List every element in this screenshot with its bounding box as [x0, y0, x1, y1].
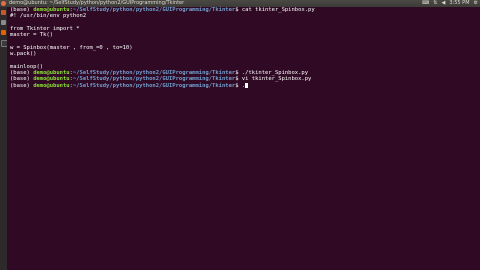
command-text: vi tkinter_Spinbox.py [241, 76, 312, 83]
prompt-symbol: $ [235, 69, 242, 76]
dash-icon[interactable] [1, 10, 6, 15]
prompt-symbol: $ [235, 7, 242, 13]
files-icon[interactable] [1, 20, 6, 25]
prompt-user: demo@ubuntu [33, 7, 70, 13]
prompt-env: (base) [10, 76, 34, 83]
keyboard-icon[interactable]: ⌨ [422, 0, 429, 7]
gear-icon[interactable]: ⚙ [474, 0, 478, 7]
prompt-user: demo@ubuntu [33, 82, 70, 89]
top-panel: demo@ubuntu: ~/SelfStudy/python/python2/… [0, 0, 480, 7]
output-text: master = Tk() [10, 32, 54, 39]
terminal-line: (base) demo@ubuntu:~/SelfStudy/python/py… [10, 82, 480, 89]
prompt-path: :~/SelfStudy/python/python2/GUIProgrammi… [69, 69, 236, 76]
network-icon[interactable]: ⇅ [433, 0, 437, 7]
output-text: from Tkinter import * [10, 25, 80, 32]
command-text: ./tkinter_Spinbox.py [241, 69, 309, 76]
prompt-path: :~/SelfStudy/python/python2/GUIProgrammi… [69, 7, 236, 13]
close-window-icon[interactable] [1, 1, 6, 6]
output-text: #! /usr/bin/env python2 [10, 13, 87, 20]
system-tray: ⌨ ⇅ ◀ 3:55 PM ⚙ [422, 0, 478, 7]
firefox-icon[interactable] [1, 30, 6, 35]
prompt-env: (base) [10, 82, 34, 89]
prompt-path: :~/SelfStudy/python/python2/GUIProgrammi… [69, 82, 236, 89]
launcher [0, 7, 8, 270]
command-text: cat tkinter_Spinbox.py [241, 7, 315, 13]
prompt-env: (base) [10, 7, 34, 13]
prompt-user: demo@ubuntu [33, 76, 70, 83]
volume-icon[interactable]: ◀ [442, 0, 446, 7]
prompt-user: demo@ubuntu [33, 69, 70, 76]
prompt-symbol: $ [235, 82, 242, 89]
output-text: mainloop() [10, 63, 44, 70]
clock[interactable]: 3:55 PM [449, 0, 469, 7]
output-text: w = Spinbox(master , from_=0 , to=10) [10, 44, 133, 51]
text-cursor [245, 82, 249, 88]
window-title: demo@ubuntu: ~/SelfStudy/python/python2/… [9, 0, 185, 6]
output-text: w.pack() [10, 51, 37, 58]
terminal-output[interactable]: (base) demo@ubuntu:~/SelfStudy/python/py… [7, 7, 480, 270]
prompt-symbol: $ [235, 76, 242, 83]
prompt-env: (base) [10, 69, 34, 76]
prompt-path: :~/SelfStudy/python/python2/GUIProgrammi… [69, 76, 236, 83]
